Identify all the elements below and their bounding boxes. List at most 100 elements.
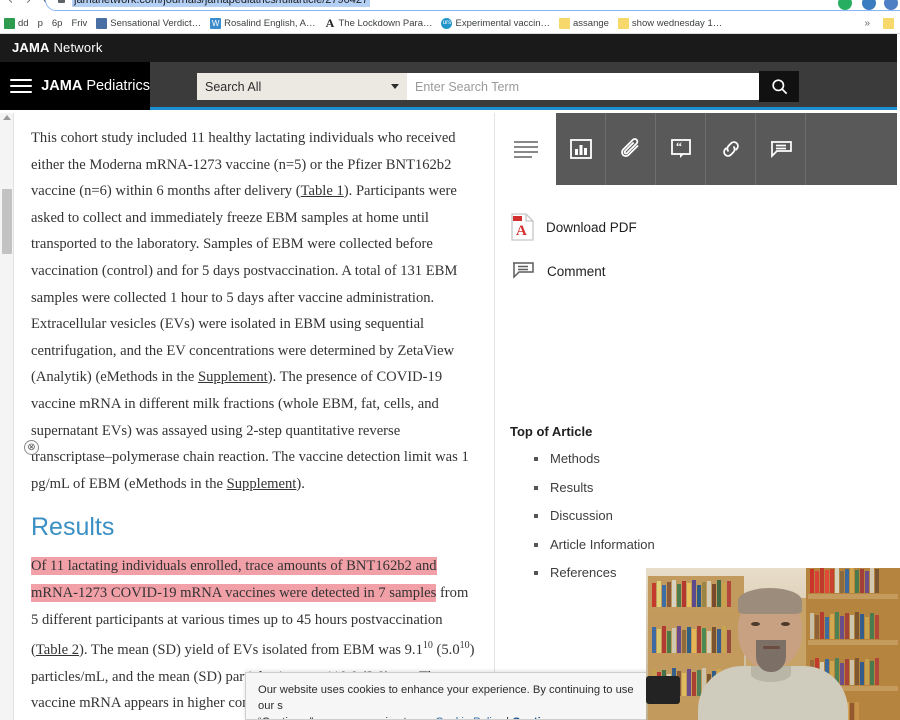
toc-item-methods[interactable]: Methods bbox=[534, 451, 655, 466]
cookie-continue-button[interactable]: Continue bbox=[512, 716, 560, 719]
bookmark-label: p bbox=[37, 17, 43, 29]
scroll-up-arrow-icon[interactable] bbox=[3, 115, 11, 120]
download-pdf-button[interactable]: A Download PDF bbox=[510, 213, 637, 241]
person-eye-right bbox=[781, 622, 790, 626]
methods-text-4: ). bbox=[296, 475, 305, 492]
table2-xref-link-1[interactable]: Table 2 bbox=[36, 642, 79, 658]
toc-title: Top of Article bbox=[510, 424, 593, 439]
shelf-board bbox=[650, 608, 742, 613]
circle-blue-favicon: urs bbox=[441, 17, 453, 29]
bookmark-label: The Lockdown Para… bbox=[338, 17, 433, 29]
bookmark-item[interactable]: Sensational Verdict… bbox=[96, 17, 202, 29]
bookmark-label: Sensational Verdict… bbox=[110, 17, 202, 29]
wordpress-favicon: W bbox=[210, 17, 222, 29]
highlighted-text: Of 11 lactating individuals enrolled, tr… bbox=[31, 557, 437, 602]
journal-home-link[interactable]: JAMA Pediatrics bbox=[0, 62, 150, 110]
bookmark-item[interactable]: Friv bbox=[71, 18, 87, 29]
jama-network-bar: JAMA Network bbox=[0, 34, 900, 62]
search-submit-button[interactable] bbox=[759, 71, 799, 102]
journal-title-bold: JAMA bbox=[41, 78, 83, 94]
rail-tool-comments[interactable] bbox=[756, 113, 806, 185]
rail-tool-attachments[interactable] bbox=[606, 113, 656, 185]
bookmark-label: 6p bbox=[51, 17, 63, 29]
cookie-banner-text: Our website uses cookies to enhance your… bbox=[258, 682, 652, 719]
supplement-link-2[interactable]: Supplement bbox=[227, 476, 297, 492]
cookie-text-line2: “Continue,” you are agreeing to our bbox=[258, 716, 435, 719]
search-scope-dropdown[interactable]: Search All bbox=[197, 73, 407, 100]
browser-url-bar-strip: ‹ › ↻ jamanetwork.com/journals/jamapedia… bbox=[0, 0, 900, 13]
toc-item-discussion[interactable]: Discussion bbox=[534, 508, 655, 523]
journal-title: JAMA Pediatrics bbox=[41, 78, 150, 94]
shelf-board bbox=[650, 654, 742, 659]
books-row bbox=[810, 568, 896, 593]
table1-xref-link[interactable]: Table 1 bbox=[301, 183, 344, 199]
toc-item-references[interactable]: References bbox=[534, 565, 655, 580]
svg-text:“: “ bbox=[676, 139, 682, 153]
toc-item-article-information[interactable]: Article Information bbox=[534, 537, 655, 552]
bookmark-label: Experimental vaccin… bbox=[455, 17, 550, 29]
cookie-separator: | bbox=[503, 716, 512, 719]
comment-label: Comment bbox=[547, 263, 606, 279]
bookmark-folder[interactable]: assange bbox=[559, 17, 609, 29]
search-input[interactable] bbox=[407, 73, 759, 100]
search-icon bbox=[771, 79, 787, 95]
cookie-consent-banner: Our website uses cookies to enhance your… bbox=[245, 672, 665, 720]
shelf-board bbox=[808, 640, 898, 645]
comment-button[interactable]: Comment bbox=[510, 260, 606, 282]
person-mouth bbox=[763, 646, 780, 649]
rail-toolbar: “ bbox=[496, 113, 900, 185]
folder-favicon[interactable] bbox=[883, 18, 894, 29]
browser-forward-button[interactable]: › bbox=[26, 0, 31, 7]
green-square-favicon bbox=[4, 17, 15, 29]
pdf-icon: A bbox=[511, 213, 534, 241]
results-text-c: (5.0 bbox=[432, 641, 460, 658]
cookie-text-line1: Our website uses cookies to enhance your… bbox=[258, 684, 634, 712]
scrollbar-thumb[interactable] bbox=[2, 189, 12, 254]
results-superscript-2: 10 bbox=[459, 640, 470, 652]
grid-favicon bbox=[96, 17, 108, 29]
books-row bbox=[810, 612, 896, 639]
site-info-icon[interactable] bbox=[58, 0, 65, 3]
cookie-policy-link[interactable]: Cookie Policy bbox=[435, 716, 503, 719]
bookmark-item[interactable]: p bbox=[38, 18, 43, 29]
bookmarks-overflow-button[interactable]: » bbox=[864, 18, 870, 29]
rail-toolbar-filler bbox=[806, 113, 900, 185]
books-row bbox=[652, 580, 740, 607]
rail-tool-permalink[interactable] bbox=[706, 113, 756, 185]
folder-favicon bbox=[617, 17, 629, 29]
browser-back-button[interactable]: ‹ bbox=[8, 0, 13, 7]
person-hair bbox=[738, 588, 802, 614]
toc-item-results[interactable]: Results bbox=[534, 480, 655, 495]
link-icon bbox=[722, 141, 739, 157]
highlight-close-icon[interactable]: ⊗ bbox=[24, 440, 39, 455]
bookmarks-bar: dd p 6p Friv Sensational Verdict… W Rosal… bbox=[0, 13, 900, 34]
person-beard bbox=[756, 640, 786, 672]
jama-network-logo-rest: Network bbox=[49, 40, 103, 55]
books-row bbox=[652, 626, 740, 653]
rail-tool-figures[interactable] bbox=[556, 113, 606, 185]
toc-list: Methods Results Discussion Article Infor… bbox=[534, 451, 655, 594]
supplement-link-1[interactable]: Supplement bbox=[198, 369, 268, 385]
browser-address-bar[interactable]: jamanetwork.com/journals/jamapediatrics/… bbox=[45, 0, 900, 11]
bookmark-item[interactable]: 6p bbox=[52, 18, 63, 29]
page-scrollbar[interactable] bbox=[0, 113, 14, 720]
folder-favicon bbox=[559, 17, 570, 29]
search-scope-label: Search All bbox=[205, 79, 262, 94]
bookmark-folder[interactable]: show wednesday 1… bbox=[617, 17, 722, 29]
svg-text:A: A bbox=[516, 223, 527, 239]
bar-chart-icon bbox=[569, 139, 592, 159]
rail-tool-text-view[interactable] bbox=[496, 113, 556, 185]
bookmark-item[interactable]: dd bbox=[4, 17, 29, 29]
methods-text-3: ). The presence of COVID-19 vaccine mRNA… bbox=[31, 369, 469, 492]
chevron-down-icon bbox=[391, 84, 399, 89]
monitor-object bbox=[646, 676, 680, 704]
jama-network-logo[interactable]: JAMA Network bbox=[12, 40, 103, 55]
bookmark-item[interactable]: urs Experimental vaccin… bbox=[441, 17, 550, 29]
download-pdf-label: Download PDF bbox=[546, 219, 637, 235]
rail-tool-citation[interactable]: “ bbox=[656, 113, 706, 185]
bookmark-item[interactable]: A The Lockdown Para… bbox=[324, 17, 433, 29]
hamburger-menu-icon[interactable] bbox=[10, 75, 33, 97]
webcam-video-overlay[interactable] bbox=[646, 568, 900, 720]
bookmark-item[interactable]: W Rosalind English, A… bbox=[210, 17, 315, 29]
bookmark-label: Friv bbox=[71, 17, 88, 29]
